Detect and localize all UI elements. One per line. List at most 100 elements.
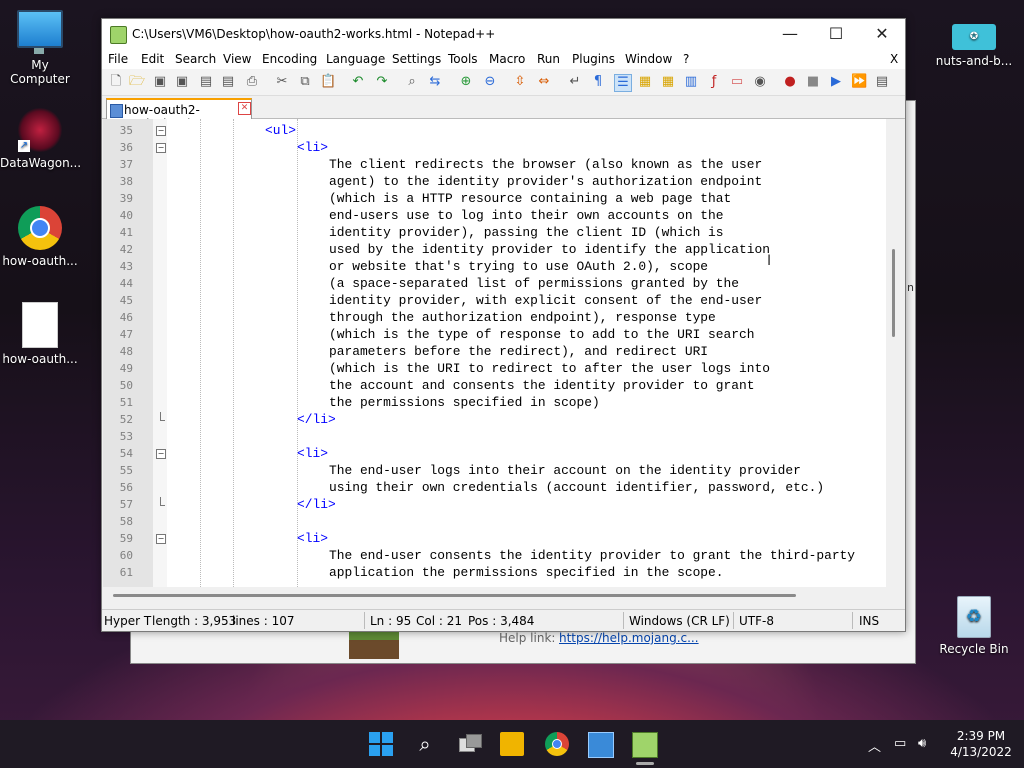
clock-date: 4/13/2022: [950, 745, 1012, 759]
show-hidden-icons-chevron-icon[interactable]: ︿: [868, 736, 881, 755]
code-line: or website that's trying to use OAuth 2.…: [329, 259, 709, 274]
code-line: the account and consents the identity pr…: [329, 378, 755, 393]
sync-vertical-icon[interactable]: ⇳: [512, 74, 528, 90]
help-link[interactable]: https://help.mojang.c...: [559, 631, 699, 645]
fold-toggle-icon[interactable]: −: [156, 534, 166, 544]
horizontal-scroll-thumb[interactable]: [113, 594, 796, 597]
eye-icon[interactable]: ◉: [752, 74, 768, 90]
notepad-plus-plus-icon: [110, 26, 127, 44]
datawagon-logo-icon: ↗: [18, 108, 62, 152]
menu-file[interactable]: File: [108, 52, 128, 66]
print-icon[interactable]: ⎙: [244, 74, 260, 90]
close-all-icon[interactable]: ▤: [220, 74, 236, 90]
play-macro-icon[interactable]: ▶: [828, 74, 844, 90]
remote-desktop-icon[interactable]: [588, 732, 614, 758]
network-icon[interactable]: ▭: [894, 736, 906, 751]
horizontal-scrollbar[interactable]: [103, 587, 886, 603]
open-file-icon[interactable]: 🗁: [129, 74, 145, 90]
notepad-plus-plus-window[interactable]: C:\Users\VM6\Desktop\how-oauth2-works.ht…: [101, 18, 906, 632]
sync-horizontal-icon[interactable]: ⇔: [536, 74, 552, 90]
system-clock[interactable]: 2:39 PM 4/13/2022: [946, 728, 1016, 760]
code-line: (which is the URI to redirect to after t…: [329, 361, 770, 376]
code-line: (which is the type of response to add to…: [329, 327, 755, 342]
vertical-scrollbar[interactable]: [886, 119, 902, 587]
paste-icon[interactable]: 📋: [320, 74, 336, 90]
menu-encoding[interactable]: Encoding: [262, 52, 317, 66]
desktop-icon-html-file[interactable]: how-oauth...: [0, 302, 80, 366]
user-language-icon[interactable]: ▦: [637, 74, 653, 90]
fold-margin: [153, 119, 167, 587]
menu-macro[interactable]: Macro: [489, 52, 525, 66]
zoom-in-icon[interactable]: ⊕: [458, 74, 474, 90]
fold-toggle-icon[interactable]: −: [156, 126, 166, 136]
zoom-out-icon[interactable]: ⊖: [482, 74, 498, 90]
fold-toggle-icon[interactable]: −: [156, 449, 166, 459]
desktop-icon-my-computer[interactable]: My Computer: [0, 10, 80, 86]
indent-guide-icon[interactable]: ☰: [614, 74, 632, 92]
new-file-icon[interactable]: 🗋: [108, 74, 124, 90]
folder-as-workspace-icon[interactable]: ƒ: [706, 74, 722, 90]
line-number: 44: [119, 277, 133, 290]
menu-run[interactable]: Run: [537, 52, 560, 66]
close-document-button[interactable]: X: [890, 52, 898, 66]
title-bar[interactable]: C:\Users\VM6\Desktop\how-oauth2-works.ht…: [102, 19, 905, 49]
show-all-characters-icon[interactable]: ¶: [590, 74, 606, 90]
code-editor[interactable]: 35 − <ul> 36 − <li> 37 The client redirects the…: [103, 119, 902, 587]
redo-icon[interactable]: ↷: [374, 74, 390, 90]
file-explorer-icon[interactable]: [500, 732, 524, 756]
desktop-icon-datawagon[interactable]: ↗ DataWagon...: [0, 108, 81, 170]
line-number: 50: [119, 379, 133, 392]
menu-settings[interactable]: Settings: [392, 52, 441, 66]
desktop-icon-recycle-bin[interactable]: ♻ Recycle Bin: [934, 596, 1014, 656]
notepad-plus-plus-taskbar-icon[interactable]: [632, 732, 658, 758]
start-windows-icon[interactable]: [369, 732, 393, 756]
word-wrap-icon[interactable]: ↵: [567, 74, 583, 90]
chrome-taskbar-icon[interactable]: [545, 732, 569, 756]
menu-window[interactable]: Window: [625, 52, 672, 66]
search-icon[interactable]: ⌕: [413, 732, 437, 756]
code-line: parameters before the redirect), and red…: [329, 344, 709, 359]
desktop-icon-nuts-and-bolts[interactable]: ✪ nuts-and-b...: [934, 24, 1014, 68]
nuts-and-bolts-logo-icon: ✪: [952, 24, 996, 50]
undo-icon[interactable]: ↶: [350, 74, 366, 90]
record-macro-icon[interactable]: ●: [782, 74, 798, 90]
run-macro-multiple-icon[interactable]: ⏩: [851, 74, 867, 90]
close-file-icon[interactable]: ▤: [198, 74, 214, 90]
save-icon[interactable]: ▣: [152, 74, 168, 90]
replace-icon[interactable]: ⇆: [427, 74, 443, 90]
fold-toggle-icon[interactable]: −: [156, 143, 166, 153]
desktop-icon-label: Recycle Bin: [939, 642, 1009, 656]
menu-plugins[interactable]: Plugins: [572, 52, 615, 66]
menu-edit[interactable]: Edit: [141, 52, 164, 66]
copy-icon[interactable]: ⧉: [297, 74, 313, 90]
minimize-button[interactable]: —: [767, 19, 813, 49]
volume-icon[interactable]: 🔊︎: [918, 736, 926, 751]
code-line: The client redirects the browser (also k…: [329, 157, 763, 172]
find-icon[interactable]: ⌕: [404, 74, 420, 90]
document-map-icon[interactable]: ▦: [660, 74, 676, 90]
menu-tools[interactable]: Tools: [448, 52, 478, 66]
vertical-scroll-thumb[interactable]: [892, 249, 895, 337]
save-macro-icon[interactable]: ▤: [874, 74, 890, 90]
cut-icon[interactable]: ✂: [274, 74, 290, 90]
line-number: 47: [119, 328, 133, 341]
task-view-icon[interactable]: [457, 732, 482, 756]
save-all-icon[interactable]: ▣: [174, 74, 190, 90]
menu-language[interactable]: Language: [326, 52, 385, 66]
recycle-bin-icon: ♻: [957, 596, 991, 638]
desktop-icon-chrome-shortcut[interactable]: how-oauth...: [0, 206, 80, 268]
menu-search[interactable]: Search: [175, 52, 216, 66]
monitoring-icon[interactable]: ▭: [729, 74, 745, 90]
menu-view[interactable]: View: [223, 52, 251, 66]
code-line: using their own credentials (account ide…: [329, 480, 825, 495]
close-tab-icon[interactable]: ✕: [238, 102, 251, 115]
line-number: 52: [119, 413, 133, 426]
maximize-button[interactable]: ☐: [813, 19, 859, 49]
menu-help[interactable]: ?: [683, 52, 689, 66]
function-list-icon[interactable]: ▥: [683, 74, 699, 90]
status-file-type: Hyper T: [104, 614, 152, 628]
close-button[interactable]: ✕: [859, 19, 905, 49]
minecraft-block-icon: [349, 631, 399, 659]
tab-how-oauth2-works[interactable]: how-oauth2-works.html ✕: [106, 98, 252, 131]
stop-macro-icon[interactable]: ■: [805, 74, 821, 90]
